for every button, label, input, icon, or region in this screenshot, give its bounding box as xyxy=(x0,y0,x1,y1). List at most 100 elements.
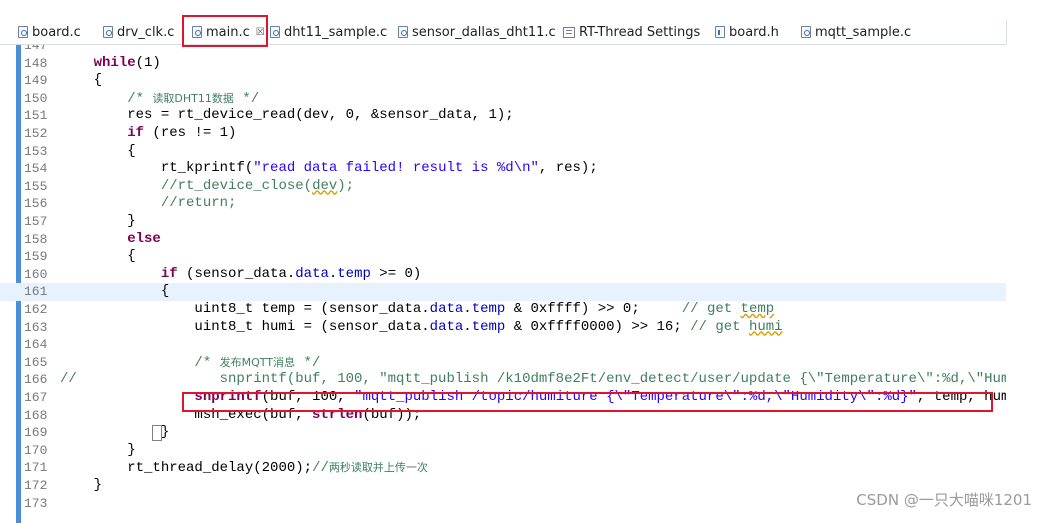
line-number: 158 xyxy=(24,231,48,247)
tab-rt-thread-settings[interactable]: RT-Thread Settings xyxy=(563,20,700,44)
code-token: humi xyxy=(748,318,783,335)
tab-drv-clk-c[interactable]: drv_clk.c xyxy=(103,20,174,44)
line-number: 160 xyxy=(24,266,48,282)
code-line[interactable]: 149 { xyxy=(0,72,1006,90)
code-token: { xyxy=(127,248,136,265)
code-line[interactable]: 165 /* 发布MQTT消息 */ xyxy=(0,354,1006,372)
code-token: data xyxy=(429,301,464,317)
tab-board-h[interactable]: board.h xyxy=(715,20,779,44)
code-token: if xyxy=(160,265,178,282)
code-text: { xyxy=(60,72,102,90)
line-number: 151 xyxy=(24,108,48,124)
code-text: else xyxy=(60,231,161,249)
code-token: // xyxy=(312,460,329,477)
c-file-icon xyxy=(18,26,28,38)
code-line[interactable]: 166 // snprintf(buf, 100, "mqtt_publish /… xyxy=(0,371,1006,389)
code-line[interactable]: 171 rt_thread_delay(2000);//两秒读取并上传一次 xyxy=(0,459,1006,477)
line-number: 166 xyxy=(24,372,48,388)
code-line[interactable]: 157 } xyxy=(0,213,1006,231)
line-number: 153 xyxy=(24,143,48,159)
code-line[interactable]: 164 xyxy=(0,336,1006,354)
code-token: rt_thread_delay(2000); xyxy=(127,460,313,477)
code-line[interactable]: 159 { xyxy=(0,248,1006,266)
code-editor[interactable]: 147 148 while(1) 149 {150 /* 读取DHT11数据 */1… xyxy=(0,45,1006,523)
code-line[interactable]: 170 } xyxy=(0,442,1006,460)
line-number: 167 xyxy=(24,390,48,405)
tab-label: board.c xyxy=(32,24,81,40)
code-text: } xyxy=(60,213,135,231)
code-line[interactable]: 152 if (res != 1) xyxy=(0,125,1006,143)
code-line[interactable]: 155 //rt_device_close(dev); xyxy=(0,178,1006,196)
code-token: ); xyxy=(337,177,355,194)
line-number: 170 xyxy=(24,442,48,458)
code-text: { xyxy=(60,283,169,301)
code-token: data xyxy=(295,265,329,282)
tab-dht11-sample-c[interactable]: dht11_sample.c xyxy=(270,20,387,44)
code-token: temp xyxy=(471,318,506,335)
c-file-icon xyxy=(270,26,280,38)
code-token: else xyxy=(127,230,161,247)
code-line[interactable]: 147 xyxy=(0,45,1006,55)
code-line[interactable]: 173 xyxy=(0,495,1006,513)
code-token: // get xyxy=(681,301,741,317)
code-line[interactable]: 162 uint8_t temp = (sensor_data.data.tem… xyxy=(0,301,1006,319)
code-token: } xyxy=(127,441,136,458)
code-line[interactable]: 158 else xyxy=(0,231,1006,249)
line-number: 169 xyxy=(24,425,48,441)
code-token: , res); xyxy=(538,160,598,177)
code-token: temp xyxy=(740,301,775,317)
tab-board-c[interactable]: board.c xyxy=(18,20,81,44)
tab-sensor-dallas-dht11-c[interactable]: sensor_dallas_dht11.c xyxy=(398,20,556,44)
code-line[interactable]: 153 { xyxy=(0,143,1006,161)
tab-label: mqtt_sample.c xyxy=(815,24,912,40)
code-token: 两秒读取并上传一次 xyxy=(328,461,428,475)
line-number: 147 xyxy=(24,45,48,53)
current-code-line[interactable]: 161 { xyxy=(0,283,1006,301)
code-token: . xyxy=(463,318,472,335)
code-line[interactable]: 163 uint8_t humi = (sensor_data.data.tem… xyxy=(0,319,1006,337)
code-token: } xyxy=(93,477,103,493)
code-token: while xyxy=(93,54,136,71)
line-number: 150 xyxy=(24,90,48,106)
code-text: if (res != 1) xyxy=(60,125,236,143)
code-line[interactable]: 160 if (sensor_data.data.temp >= 0) xyxy=(0,266,1006,284)
line-number: 163 xyxy=(24,319,48,335)
code-text: { xyxy=(60,143,135,161)
tab-label: board.h xyxy=(729,24,779,40)
code-line[interactable]: 156 //return; xyxy=(0,195,1006,213)
code-text: while(1) xyxy=(60,55,161,73)
code-line[interactable]: 169 } xyxy=(0,424,1006,442)
code-token: // snprintf(buf, 100, "mqtt_publish /k10… xyxy=(60,371,1006,388)
code-line[interactable]: 148 while(1) xyxy=(0,55,1006,73)
code-token: { xyxy=(160,283,170,300)
code-token: dev xyxy=(312,177,338,194)
code-line[interactable]: 151 res = rt_device_read(dev, 0, &sensor… xyxy=(0,107,1006,125)
code-token: 发布MQTT消息 xyxy=(219,355,296,369)
c-file-icon xyxy=(398,26,408,38)
code-token: & 0xffff0000) >> 16; xyxy=(505,318,691,335)
code-line[interactable]: 154 rt_kprintf("read data failed! result… xyxy=(0,160,1006,178)
line-number: 164 xyxy=(24,337,48,353)
code-line[interactable]: 172 } xyxy=(0,477,1006,495)
code-token: data xyxy=(429,318,464,335)
c-file-icon xyxy=(103,26,113,38)
code-token: { xyxy=(93,72,103,89)
tab-mqtt-sample-c[interactable]: mqtt_sample.c xyxy=(801,20,911,44)
code-line[interactable]: 150 /* 读取DHT11数据 */ xyxy=(0,90,1006,108)
code-text: if (sensor_data.data.temp >= 0) xyxy=(60,266,421,284)
